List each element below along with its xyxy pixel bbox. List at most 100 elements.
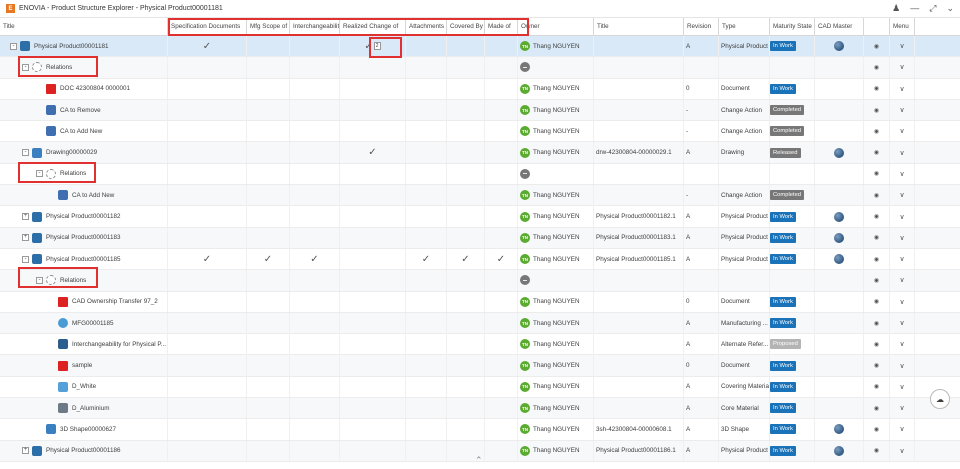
relation-cell[interactable] [340,57,406,78]
column-header-view[interactable] [864,18,890,35]
relation-cell[interactable] [485,227,518,248]
relation-cell[interactable] [485,99,518,121]
relation-cell[interactable] [406,312,447,334]
table-row[interactable]: CA to Add New TN Thang NGUYEN - Change Actio… [0,121,960,143]
relation-cell[interactable] [340,185,406,206]
status-badge[interactable]: In Work [770,445,796,456]
relation-cell[interactable] [406,291,447,312]
column-header-covered-by[interactable]: Covered By [447,18,485,35]
relation-cell[interactable] [447,355,485,376]
relation-cell[interactable] [290,227,340,248]
chevron-down-icon[interactable]: ∨ [899,298,904,306]
relation-cell[interactable] [247,206,290,227]
table-row[interactable]: CAD Ownership Transfer 97_2 TN Thang NGUYE… [0,291,960,313]
title-cell[interactable]: sample [0,355,168,376]
relation-cell[interactable] [168,312,247,334]
relation-cell[interactable] [247,185,290,206]
relation-cell[interactable] [406,227,447,248]
title-cell[interactable]: D_Aluminium [0,398,168,419]
eye-icon[interactable]: ◉ [874,383,879,390]
relation-cell[interactable] [447,78,485,99]
eye-icon[interactable]: ◉ [874,64,879,71]
relation-cell[interactable] [485,312,518,334]
relation-cell[interactable] [406,398,447,419]
chevron-down-icon[interactable]: ∨ [899,149,904,157]
relation-cell[interactable] [290,440,340,461]
relation-cell[interactable] [447,291,485,312]
table-row[interactable]: - Physical Product00001181 ✓ ✓ 2 TN Thang NGUY… [0,36,960,58]
relation-cell[interactable] [447,206,485,227]
table-row[interactable]: DOC 42300804 0000001 TN Thang NGUYEN 0 Docum… [0,78,960,100]
chevron-down-icon[interactable]: ∨ [899,42,904,50]
title-cell[interactable]: - Relations [0,163,168,185]
relation-cell[interactable] [340,334,406,355]
relation-cell[interactable] [485,163,518,185]
title-cell[interactable]: - Physical Product00001181 [0,36,168,57]
relation-cell[interactable] [406,163,447,185]
column-header-revision[interactable]: Revision [684,18,719,35]
relation-cell[interactable] [447,270,485,291]
relation-cell[interactable] [485,398,518,419]
relation-cell[interactable] [168,185,247,206]
relation-cell[interactable] [290,334,340,355]
eye-icon[interactable]: ◉ [874,405,879,412]
status-badge[interactable]: Released [770,147,801,158]
relation-cell[interactable] [485,36,518,57]
eye-icon[interactable]: ◉ [874,234,879,241]
relation-cell[interactable] [247,99,290,121]
status-badge[interactable]: In Work [770,254,796,265]
collapse-toggle-icon[interactable]: - [22,149,29,157]
eye-icon[interactable]: ◉ [874,192,879,199]
relation-cell[interactable] [168,419,247,440]
title-cell[interactable]: - Drawing00000029 [0,142,168,163]
collapse-toggle-icon[interactable]: - [22,255,29,263]
relation-cell[interactable] [447,419,485,440]
chevron-down-icon[interactable]: ∨ [899,191,904,199]
column-header-owner[interactable]: Owner [518,18,594,35]
minimize-icon[interactable]: — [910,3,919,14]
eye-icon[interactable]: ◉ [874,85,879,92]
relation-cell[interactable] [406,78,447,99]
status-badge[interactable]: In Work [770,318,796,328]
relation-cell[interactable] [340,440,406,461]
relation-cell[interactable] [290,36,340,57]
relation-cell[interactable] [247,376,290,398]
status-badge[interactable]: In Work [770,41,796,52]
eye-icon[interactable]: ◉ [874,128,879,135]
relation-cell[interactable] [406,334,447,355]
title-cell[interactable]: CA to Add New [0,121,168,142]
status-badge[interactable]: In Work [770,83,796,94]
title-cell[interactable]: + Physical Product00001186 [0,440,168,461]
share-icon[interactable]: ♟ [892,3,900,14]
chevron-down-icon[interactable]: ∨ [899,63,904,71]
relation-cell[interactable] [406,355,447,376]
collapse-toggle-icon[interactable]: - [10,42,17,50]
relation-cell[interactable] [168,376,247,398]
relation-cell[interactable] [168,121,247,142]
relation-cell[interactable] [290,291,340,312]
relation-cell[interactable]: ✓ [485,248,518,270]
relation-cell[interactable] [247,121,290,142]
relation-cell[interactable] [247,270,290,291]
eye-icon[interactable]: ◉ [874,426,879,433]
relation-cell[interactable] [406,57,447,78]
relation-cell[interactable]: ✓ [168,36,247,57]
relation-cell[interactable] [340,227,406,248]
relation-cell[interactable] [247,142,290,163]
table-row[interactable]: - Relations – ◉ ∨ [0,270,960,292]
eye-icon[interactable]: ◉ [874,298,879,305]
table-row[interactable]: 3D Shape00000627 TN Thang NGUYEN 3sh-423008… [0,419,960,441]
chevron-down-icon[interactable]: ∨ [899,106,904,114]
eye-icon[interactable]: ◉ [874,320,879,327]
chevron-down-icon[interactable]: ∨ [899,340,904,348]
status-badge[interactable]: In Work [770,424,796,435]
column-header-interchangeability[interactable]: Interchangeability [290,18,340,35]
chevron-down-icon[interactable]: ∨ [899,425,904,433]
relation-cell[interactable] [168,270,247,291]
relation-cell[interactable]: ✓ [168,248,247,270]
assistant-floating-icon[interactable]: ☁ [930,389,950,409]
eye-icon[interactable]: ◉ [874,447,879,454]
relation-cell[interactable] [168,206,247,227]
relation-cell[interactable] [168,355,247,376]
relation-cell[interactable] [340,398,406,419]
